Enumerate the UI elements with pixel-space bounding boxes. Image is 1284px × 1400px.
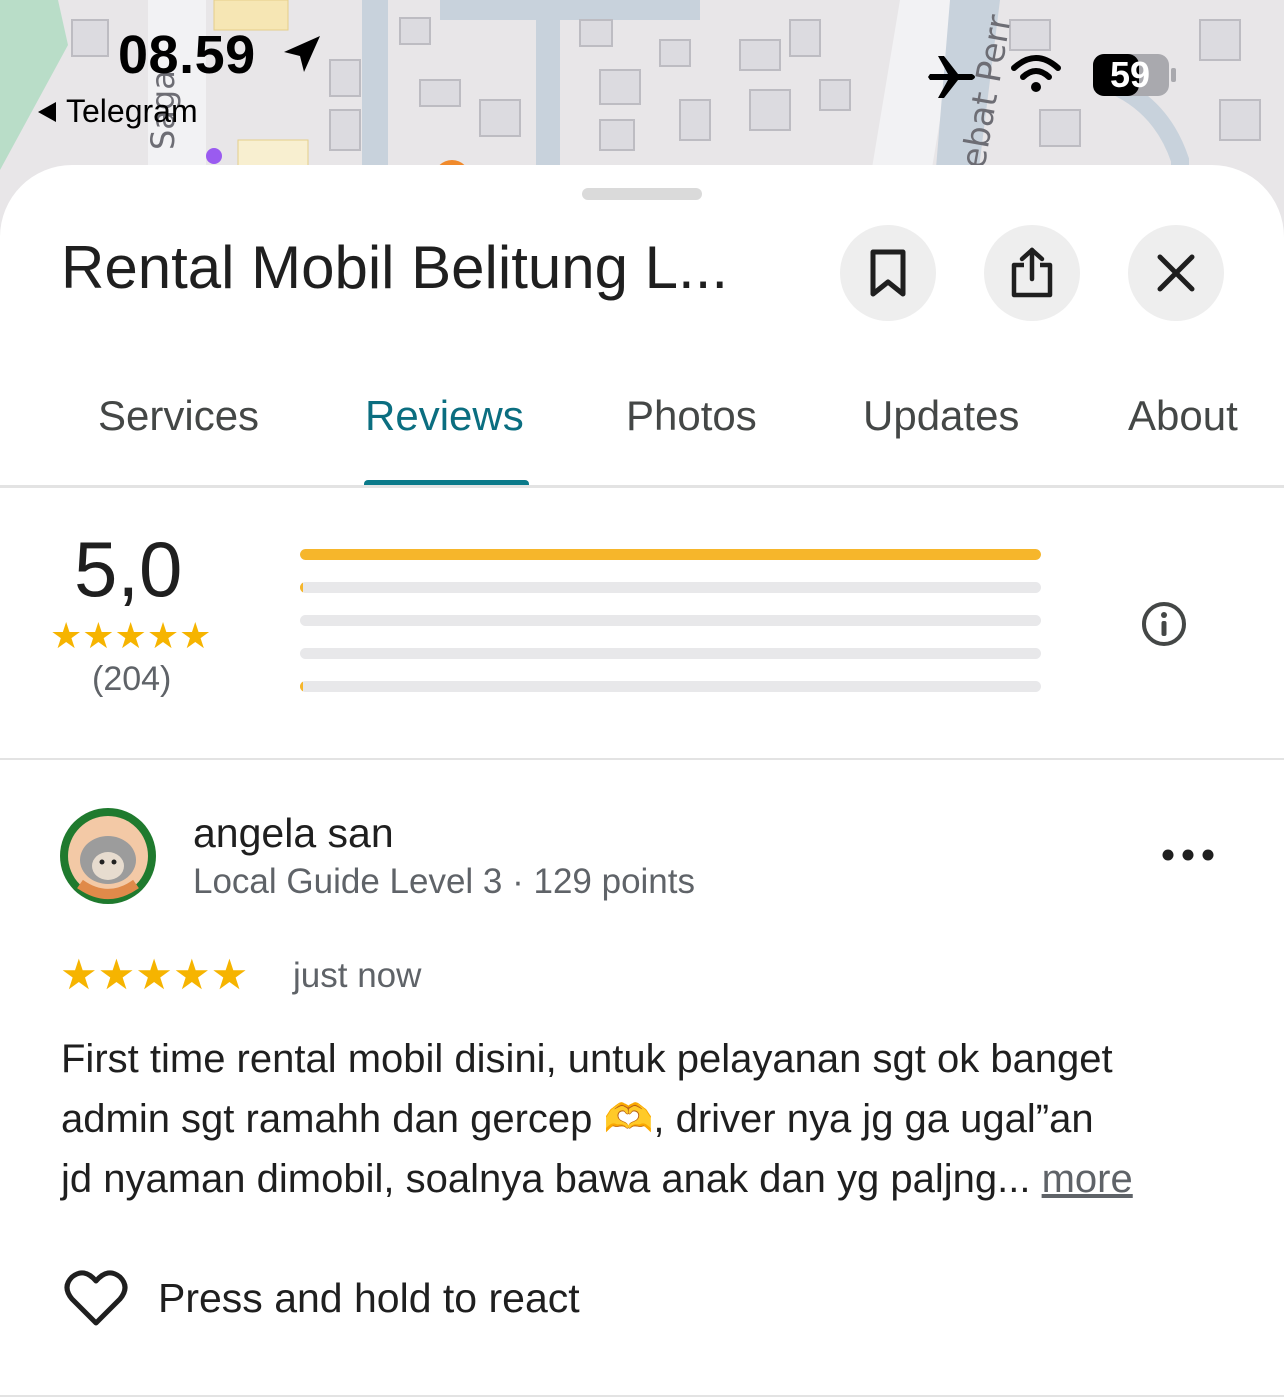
- reviewer-meta: Local Guide Level 3 · 129 points: [193, 862, 695, 901]
- info-icon[interactable]: [1140, 600, 1188, 648]
- place-title: Rental Mobil Belitung L...: [61, 234, 729, 301]
- review-text-line: First time rental mobil disini, untuk pe…: [61, 1037, 1113, 1081]
- share-icon: [1011, 247, 1053, 298]
- rating-bar-5-star: [300, 549, 1041, 560]
- tab-services[interactable]: Services: [98, 392, 259, 440]
- tab-reviews[interactable]: Reviews: [365, 392, 524, 440]
- reviewer-name[interactable]: angela san: [193, 810, 394, 857]
- rating-bar-2-star: [300, 648, 1041, 659]
- rating-bar-fill: [300, 582, 303, 593]
- section-divider: [0, 758, 1284, 760]
- review-count: (204): [92, 660, 172, 698]
- rating-score: 5,0: [74, 525, 183, 613]
- more-options-icon[interactable]: [1160, 840, 1216, 870]
- battery-icon: 59: [1092, 52, 1178, 98]
- tab-updates[interactable]: Updates: [863, 392, 1019, 440]
- rating-bar-fill: [300, 681, 303, 692]
- share-button[interactable]: [984, 225, 1080, 321]
- more-link[interactable]: more: [1042, 1157, 1133, 1201]
- react-label[interactable]: Press and hold to react: [158, 1275, 580, 1322]
- status-time: 08.59: [118, 25, 256, 85]
- location-arrow-icon: [284, 36, 320, 72]
- bottom-divider: [0, 1395, 1284, 1397]
- reviewer-avatar[interactable]: [60, 808, 156, 904]
- tab-about[interactable]: About: [1128, 392, 1238, 440]
- review-stars: ★★★★★: [60, 951, 249, 998]
- place-bottom-sheet: Rental Mobil Belitung L... Services Revi…: [0, 165, 1284, 1400]
- tabs-divider: [0, 485, 1284, 488]
- airplane-icon: [928, 56, 975, 98]
- status-bar: 08.59 Telegram 59: [0, 0, 1284, 160]
- rating-stars: ★★★★★: [50, 615, 212, 656]
- rating-distribution[interactable]: [300, 549, 1041, 714]
- sheet-grabber[interactable]: [582, 188, 702, 200]
- back-app-label: Telegram: [66, 93, 198, 129]
- rating-bar-1-star: [300, 681, 1041, 692]
- rating-bar-3-star: [300, 615, 1041, 626]
- heart-icon[interactable]: [64, 1269, 128, 1329]
- battery-level: 59: [1110, 54, 1151, 95]
- tab-photos[interactable]: Photos: [626, 392, 757, 440]
- review-text: First time rental mobil disini, untuk pe…: [61, 1029, 1231, 1209]
- save-button[interactable]: [840, 225, 936, 321]
- back-triangle-icon: [38, 101, 56, 122]
- rating-bar-4-star: [300, 582, 1041, 593]
- wifi-icon: [1011, 55, 1061, 92]
- review-text-line-last: jd nyaman dimobil, soalnya bawa anak dan…: [61, 1149, 1231, 1209]
- review-time: just now: [293, 956, 422, 995]
- close-button[interactable]: [1128, 225, 1224, 321]
- close-icon: [1157, 254, 1195, 292]
- review-text-line: admin sgt ramahh dan gercep 🫶, driver ny…: [61, 1097, 1094, 1141]
- tab-bar: Services Reviews Photos Updates About: [0, 377, 1284, 488]
- rating-bar-fill: [300, 549, 1041, 560]
- review-text-line: jd nyaman dimobil, soalnya bawa anak dan…: [61, 1157, 1042, 1201]
- bookmark-icon: [870, 249, 906, 297]
- back-to-telegram-link[interactable]: Telegram: [38, 93, 198, 130]
